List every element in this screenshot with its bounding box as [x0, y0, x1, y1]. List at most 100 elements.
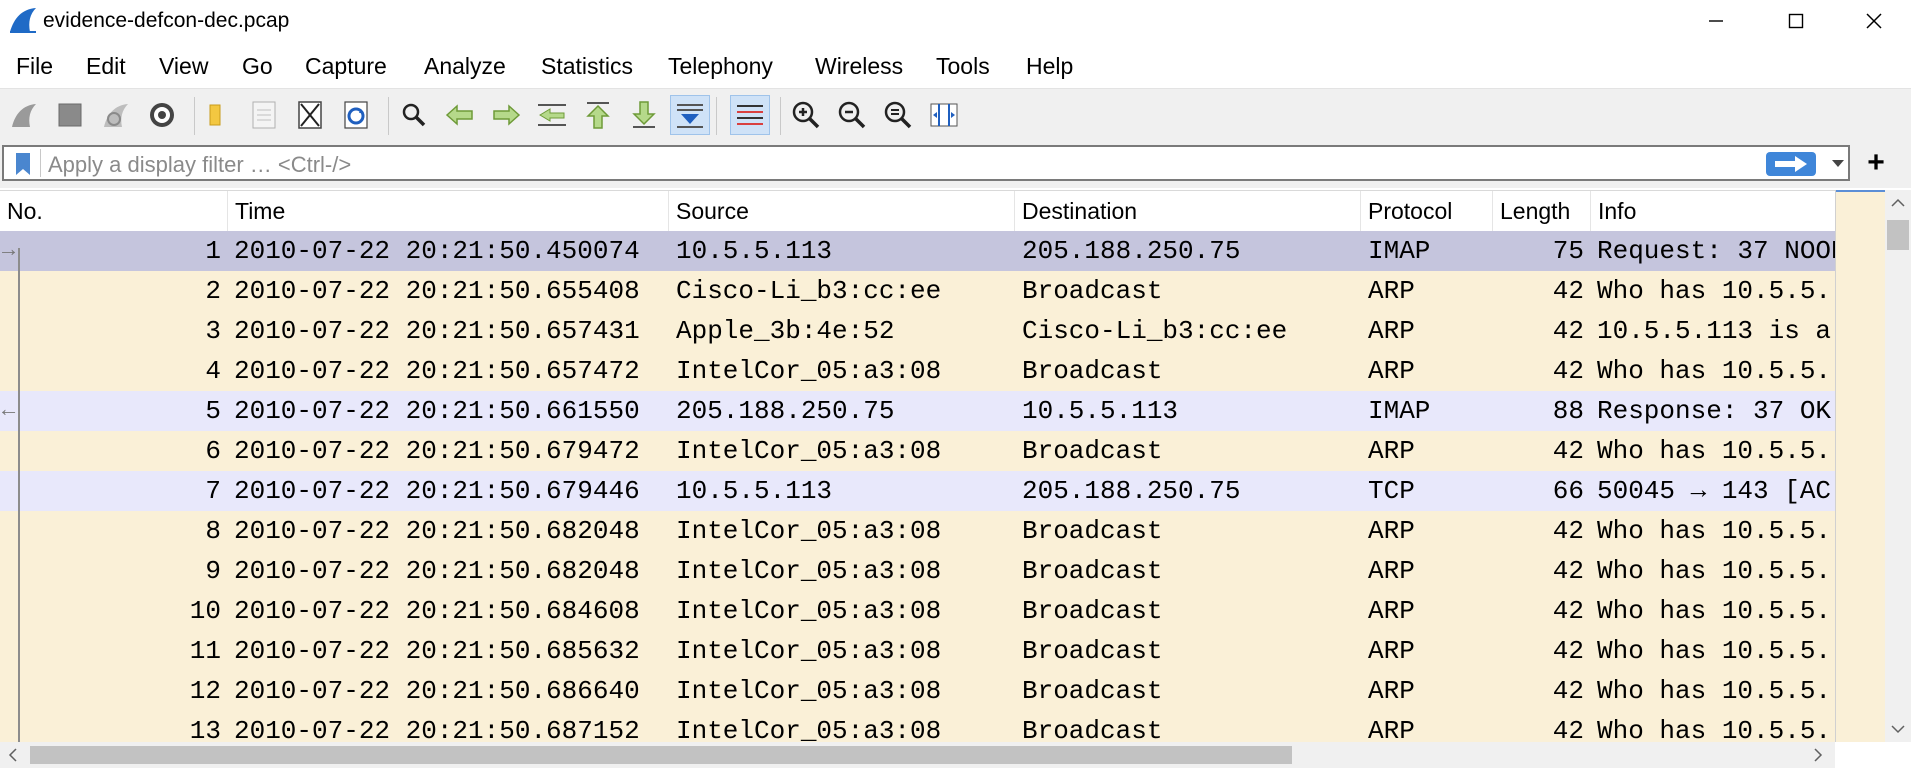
restart-capture-button[interactable]	[96, 95, 136, 135]
menu-view[interactable]: View	[157, 53, 210, 80]
menu-capture[interactable]: Capture	[303, 53, 389, 80]
menu-help[interactable]: Help	[1024, 53, 1075, 80]
cell-time: 2010-07-22 20:21:50.450074	[234, 236, 640, 266]
go-back-button[interactable]	[440, 95, 480, 135]
cell-length: 42	[1552, 316, 1584, 346]
cell-info: Response: 37 OK	[1597, 396, 1832, 426]
packet-row[interactable]: 2 2010-07-22 20:21:50.655408 Cisco-Li_b3:c…	[0, 271, 1835, 311]
menu-statistics[interactable]: Statistics	[539, 53, 635, 80]
packet-minimap[interactable]	[1835, 190, 1886, 742]
column-header-info[interactable]: Info	[1591, 191, 1835, 231]
menu-file[interactable]: File	[14, 53, 55, 80]
open-file-button[interactable]	[198, 95, 238, 135]
scroll-up-button[interactable]	[1885, 190, 1911, 216]
cell-protocol: ARP	[1368, 276, 1415, 306]
scroll-right-button[interactable]	[1805, 742, 1831, 768]
close-window-button[interactable]	[1836, 0, 1911, 42]
packet-row[interactable]: 9 2010-07-22 20:21:50.682048 IntelCor_05:a…	[0, 551, 1835, 591]
horizontal-scrollbar[interactable]	[0, 742, 1835, 768]
menu-tools[interactable]: Tools	[934, 53, 992, 80]
horizontal-scroll-thumb[interactable]	[30, 746, 1292, 764]
capture-options-button[interactable]	[142, 95, 182, 135]
resize-columns-button[interactable]	[924, 95, 964, 135]
packet-row[interactable]: ← 5 2010-07-22 20:21:50.661550 205.188.250.…	[0, 391, 1835, 431]
cell-time: 2010-07-22 20:21:50.685632	[234, 636, 640, 666]
scroll-down-button[interactable]	[1885, 716, 1911, 742]
wireshark-logo-icon	[10, 8, 36, 33]
bookmark-icon[interactable]	[10, 152, 36, 176]
column-header-source[interactable]: Source	[669, 191, 1015, 231]
minimize-button[interactable]	[1676, 0, 1756, 42]
minimize-icon	[1709, 20, 1723, 22]
cell-length: 42	[1552, 596, 1584, 626]
go-to-packet-button[interactable]	[532, 95, 572, 135]
cell-length: 75	[1552, 236, 1584, 266]
find-packet-button[interactable]	[394, 95, 434, 135]
packet-row[interactable]: 7 2010-07-22 20:21:50.679446 10.5.5.113 205…	[0, 471, 1835, 511]
toolbar-separator	[716, 97, 717, 135]
packet-row[interactable]: 6 2010-07-22 20:21:50.679472 IntelCor_05:a…	[0, 431, 1835, 471]
menu-edit[interactable]: Edit	[84, 53, 128, 80]
save-file-button[interactable]	[244, 95, 284, 135]
chevron-down-icon	[1832, 160, 1844, 167]
packet-row[interactable]: 3 2010-07-22 20:21:50.657431 Apple_3b:4e:5…	[0, 311, 1835, 351]
filter-history-dropdown[interactable]	[1826, 152, 1850, 176]
column-header-protocol[interactable]: Protocol	[1361, 191, 1493, 231]
close-file-icon	[298, 101, 322, 129]
cell-time: 2010-07-22 20:21:50.687152	[234, 716, 640, 742]
start-capture-button[interactable]	[4, 95, 44, 135]
go-forward-button[interactable]	[486, 95, 526, 135]
packet-row[interactable]: 12 2010-07-22 20:21:50.686640 IntelCor_05:…	[0, 671, 1835, 711]
column-header-destination[interactable]: Destination	[1015, 191, 1361, 231]
cell-length: 42	[1552, 676, 1584, 706]
maximize-button[interactable]	[1756, 0, 1836, 42]
cell-source: IntelCor_05:a3:08	[676, 716, 942, 742]
column-header-length[interactable]: Length	[1493, 191, 1591, 231]
column-header-time[interactable]: Time	[228, 191, 669, 231]
column-header-no[interactable]: No.	[0, 191, 228, 231]
scroll-left-button[interactable]	[0, 742, 26, 768]
zoom-in-button[interactable]	[786, 95, 826, 135]
packet-row[interactable]: 8 2010-07-22 20:21:50.682048 IntelCor_05:a…	[0, 511, 1835, 551]
toolbar-separator	[194, 97, 195, 135]
colorize-button[interactable]	[730, 95, 770, 135]
packet-row[interactable]: 13 2010-07-22 20:21:50.687152 IntelCor_05:…	[0, 711, 1835, 742]
auto-scroll-icon	[677, 104, 703, 128]
packet-row[interactable]: 4 2010-07-22 20:21:50.657472 IntelCor_05:a…	[0, 351, 1835, 391]
chevron-right-icon	[1814, 748, 1823, 762]
packet-row[interactable]: 11 2010-07-22 20:21:50.685632 IntelCor_05:…	[0, 631, 1835, 671]
zoom-in-icon	[792, 101, 820, 129]
packet-row[interactable]: 10 2010-07-22 20:21:50.684608 IntelCor_05:…	[0, 591, 1835, 631]
display-filter-input[interactable]	[46, 151, 1750, 179]
cell-destination: 205.188.250.75	[1022, 476, 1241, 506]
menu-telephony[interactable]: Telephony	[666, 53, 775, 80]
menu-analyze[interactable]: Analyze	[422, 53, 508, 80]
vertical-scroll-thumb[interactable]	[1887, 220, 1909, 250]
reload-icon	[344, 101, 368, 129]
apply-filter-button[interactable]	[1766, 152, 1816, 176]
related-packets-line	[18, 248, 20, 742]
close-file-button[interactable]	[290, 95, 330, 135]
go-first-packet-button[interactable]	[578, 95, 618, 135]
menu-wireless[interactable]: Wireless	[813, 53, 905, 80]
zoom-out-button[interactable]	[832, 95, 872, 135]
cell-destination: Broadcast	[1022, 356, 1163, 386]
cell-protocol: IMAP	[1368, 396, 1431, 426]
cell-protocol: ARP	[1368, 316, 1415, 346]
cell-length: 42	[1552, 356, 1584, 386]
zoom-out-icon	[838, 101, 866, 129]
go-last-packet-button[interactable]	[624, 95, 664, 135]
cell-info: Who has 10.5.5.	[1597, 596, 1832, 626]
add-filter-button[interactable]: +	[1858, 146, 1894, 180]
auto-scroll-button[interactable]	[670, 95, 710, 135]
vertical-scrollbar[interactable]	[1885, 190, 1911, 742]
restart-fin-icon	[104, 104, 128, 127]
cell-time: 2010-07-22 20:21:50.655408	[234, 276, 640, 306]
packet-row[interactable]: → 1 2010-07-22 20:21:50.450074 10.5.5.113 20…	[0, 231, 1835, 271]
menu-go[interactable]: Go	[240, 53, 275, 80]
reload-file-button[interactable]	[336, 95, 376, 135]
file-icon	[252, 101, 276, 129]
cell-protocol: ARP	[1368, 436, 1415, 466]
stop-capture-button[interactable]	[50, 95, 90, 135]
normal-size-button[interactable]	[878, 95, 918, 135]
